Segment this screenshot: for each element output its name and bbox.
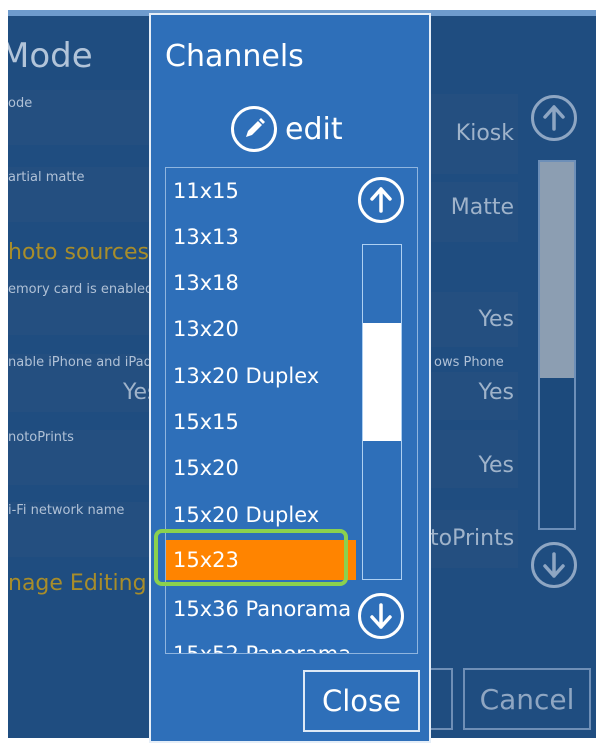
list-item-selected[interactable]: 15x23 [166,540,356,580]
list-item[interactable]: 15x20 Duplex [166,495,356,535]
list-item[interactable]: 15x52 Panorama [166,634,356,653]
wifi-value: toPrints [430,526,515,551]
bg-scroll-down-button[interactable] [531,542,577,588]
bg-scroll-up-button[interactable] [531,95,577,141]
photo-sources-heading: hoto sources [8,240,150,265]
list-item[interactable]: 13x20 [166,309,356,349]
arrow-up-icon [370,187,392,213]
list-item[interactable]: 15x20 [166,448,356,488]
image-editing-heading: nage Editing [8,571,147,596]
list-item[interactable]: 13x13 [166,217,356,257]
memory-card-value: Yes [478,307,514,332]
edit-button[interactable]: edit [231,103,343,155]
list-item[interactable]: 13x20 Duplex [166,356,356,396]
arrow-down-icon [370,603,392,629]
photoprints-label: notoPrints [8,430,74,445]
mode-label: ode [8,96,33,111]
close-button[interactable]: Close [303,670,420,732]
windows-phone-label: ows Phone [434,355,504,370]
matte-value: Matte [450,195,514,220]
photoprints-value: Yes [478,453,514,478]
page-title: Mode [8,36,93,76]
channel-list: 11x15 13x13 13x18 13x20 13x20 Duplex 15x… [165,167,418,654]
dialog-title: Channels [165,39,304,74]
list-scroll-down-button[interactable] [358,593,404,639]
memory-card-label: emory card is enabled [8,282,154,297]
arrow-up-icon [543,105,565,131]
list-scrollbar-thumb[interactable] [363,323,401,441]
mode-value: Kiosk [455,121,514,146]
list-scrollbar[interactable] [362,244,402,580]
wifi-network-label: i-Fi network name [8,503,125,518]
bg-scrollbar[interactable] [538,160,576,530]
pencil-icon [231,106,277,152]
partial-matte-label: artial matte [8,170,85,185]
channels-dialog: Channels edit 11x15 13x13 13x18 13x20 13… [149,13,431,743]
app-window: Mode ode artial matte hoto sources emory… [0,0,601,744]
edit-label: edit [285,111,343,147]
bg-scrollbar-thumb[interactable] [540,162,574,378]
arrow-down-icon [543,552,565,578]
iphone-ipad-label: nable iPhone and iPad [8,355,152,370]
list-item[interactable]: 11x15 [166,171,356,211]
list-item[interactable]: 15x36 Panorama [166,589,356,629]
list-scroll-up-button[interactable] [358,177,404,223]
list-item[interactable]: 13x18 [166,263,356,303]
list-item[interactable]: 15x15 [166,402,356,442]
cancel-button[interactable]: Cancel [463,668,591,730]
windows-phone-value: Yes [478,380,514,405]
